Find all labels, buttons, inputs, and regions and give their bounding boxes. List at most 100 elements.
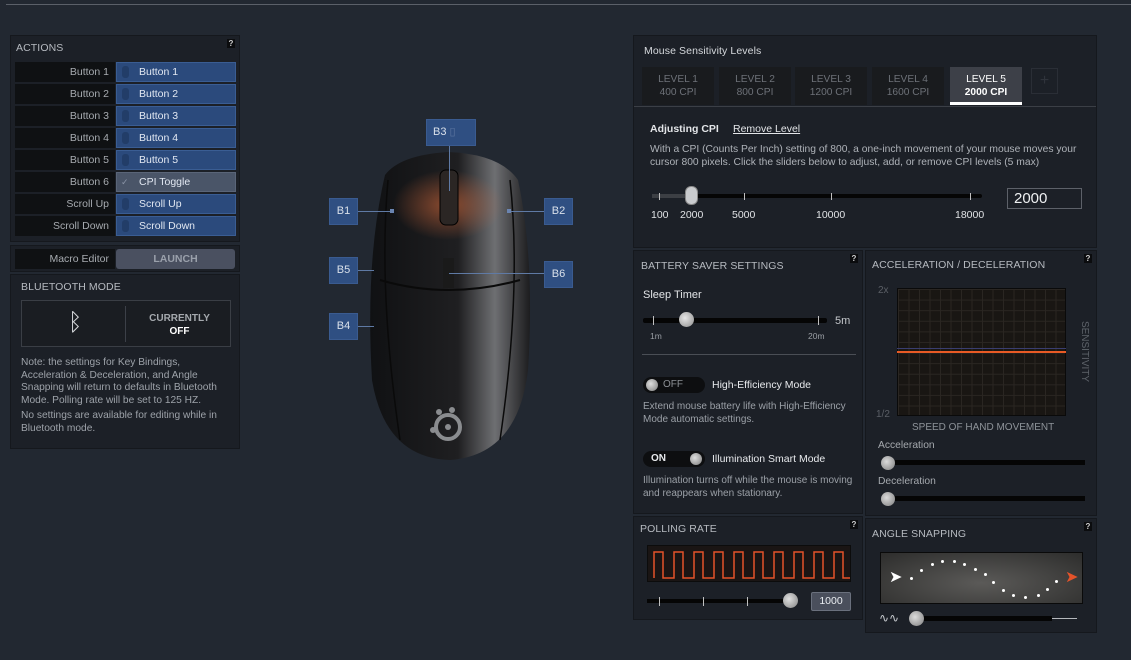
- level-tab-2[interactable]: LEVEL 2 800 CPI: [719, 67, 791, 105]
- toggle-knob: [646, 379, 658, 391]
- cpi-tick: [744, 193, 745, 200]
- help-icon[interactable]: ?: [850, 254, 858, 263]
- binding-button-5[interactable]: Button 5: [116, 150, 236, 170]
- button-label-b2[interactable]: B2: [544, 198, 573, 225]
- action-row: Scroll Up Scroll Up: [15, 194, 236, 214]
- scroll-wheel-icon: ▯: [449, 126, 456, 138]
- help-icon[interactable]: ?: [1084, 254, 1092, 263]
- path-dot: [931, 563, 934, 566]
- mouse-icon: [122, 132, 129, 144]
- polling-rate-handle[interactable]: [783, 593, 798, 608]
- macro-editor-label: Macro Editor: [15, 249, 115, 269]
- action-label: Button 4: [15, 128, 115, 148]
- action-row: Button 2 Button 2: [15, 84, 236, 104]
- binding-label: Button 3: [139, 110, 179, 122]
- help-icon[interactable]: ?: [850, 520, 858, 529]
- cpi-tick: [659, 193, 660, 200]
- polling-rate-slider[interactable]: [647, 599, 792, 603]
- binding-scroll-up[interactable]: Scroll Up: [116, 194, 236, 214]
- bluetooth-panel: BLUETOOTH MODE ᛒ CURRENTLY OFF Note: the…: [10, 274, 240, 449]
- b3-text: B3: [433, 126, 447, 138]
- acceleration-slider[interactable]: [883, 460, 1085, 465]
- polling-rate-value[interactable]: 1000: [811, 592, 851, 611]
- deceleration-slider[interactable]: [883, 496, 1085, 501]
- launch-button[interactable]: LAUNCH: [116, 249, 235, 269]
- angle-snapping-slider[interactable]: [922, 616, 1052, 621]
- polling-waveform: [647, 545, 851, 582]
- action-label: Button 3: [15, 106, 115, 126]
- binding-button-6[interactable]: ✓ CPI Toggle: [116, 172, 236, 192]
- illumination-smart-toggle[interactable]: ON: [643, 451, 705, 467]
- actions-panel: ACTIONS ? Button 1 Button 1 Button 2 But…: [10, 35, 240, 242]
- path-dot: [920, 569, 923, 572]
- sleep-timer-handle[interactable]: [679, 312, 694, 327]
- cpi-tick-label: 2000: [680, 209, 704, 221]
- level-cpi: 400 CPI: [659, 87, 697, 98]
- binding-label: Scroll Up: [139, 198, 182, 210]
- action-row: Button 4 Button 4: [15, 128, 236, 148]
- action-label: Button 1: [15, 62, 115, 82]
- angle-snapping-panel: ANGLE SNAPPING ? ➤ ➤ ∿∿: [865, 518, 1097, 633]
- level-name: LEVEL 5: [966, 74, 1006, 85]
- acceleration-handle[interactable]: [881, 456, 895, 470]
- binding-label: Button 4: [139, 132, 179, 144]
- adjusting-cpi-label: Adjusting CPI: [650, 123, 719, 135]
- level-tab-1[interactable]: LEVEL 1 400 CPI: [642, 67, 714, 105]
- polling-tick: [703, 597, 704, 606]
- button-label-b1[interactable]: B1: [329, 198, 358, 225]
- add-level-button[interactable]: +: [1031, 68, 1058, 94]
- angle-snapping-track-end: [1052, 618, 1077, 619]
- mouse-icon: [122, 66, 129, 78]
- level-tab-4[interactable]: LEVEL 4 1600 CPI: [872, 67, 944, 105]
- button-label-b3[interactable]: B3 ▯: [426, 119, 476, 146]
- angle-snapping-handle[interactable]: [909, 611, 924, 626]
- help-icon[interactable]: ?: [227, 39, 235, 48]
- cpi-slider-handle[interactable]: [685, 186, 698, 205]
- b2-point: [507, 209, 511, 213]
- cpi-value-input[interactable]: 2000: [1007, 188, 1082, 209]
- polling-tick: [747, 597, 748, 606]
- binding-button-1[interactable]: Button 1: [116, 62, 236, 82]
- battery-title: BATTERY SAVER SETTINGS: [641, 260, 784, 272]
- action-row: Button 3 Button 3: [15, 106, 236, 126]
- level-name: LEVEL 2: [735, 74, 775, 85]
- toggle-state: OFF: [663, 379, 683, 390]
- y-axis-top-label: 2x: [878, 285, 889, 296]
- bluetooth-title: BLUETOOTH MODE: [21, 281, 121, 293]
- sleep-timer-slider[interactable]: [643, 318, 827, 323]
- deceleration-handle[interactable]: [881, 492, 895, 506]
- battery-saver-panel: BATTERY SAVER SETTINGS ? Sleep Timer 5m …: [633, 250, 863, 514]
- sleep-timer-label: Sleep Timer: [643, 289, 702, 301]
- button-label-b4[interactable]: B4: [329, 313, 358, 340]
- mouse-illustration: [370, 152, 531, 460]
- acceleration-label: Acceleration: [878, 440, 935, 451]
- bluetooth-toggle[interactable]: ᛒ CURRENTLY OFF: [21, 300, 231, 347]
- binding-button-3[interactable]: Button 3: [116, 106, 236, 126]
- polling-rate-panel: POLLING RATE ? 1000: [633, 516, 863, 620]
- remove-level-link[interactable]: Remove Level: [733, 123, 800, 135]
- mouse-image: [340, 140, 550, 470]
- level-cpi: 800 CPI: [736, 87, 774, 98]
- binding-scroll-down[interactable]: Scroll Down: [116, 216, 236, 236]
- cpi-slider-track[interactable]: [652, 194, 982, 198]
- button-label-b6[interactable]: B6: [544, 261, 573, 288]
- button-label-b5[interactable]: B5: [329, 257, 358, 284]
- level-tab-3[interactable]: LEVEL 3 1200 CPI: [795, 67, 867, 105]
- cpi-tick-label: 10000: [816, 209, 846, 221]
- bluetooth-note-2: No settings are available for editing wh…: [21, 410, 217, 434]
- accel-title: ACCELERATION / DECELERATION: [872, 259, 1046, 271]
- divider: [642, 354, 856, 355]
- deceleration-curve: [897, 348, 1066, 349]
- help-icon[interactable]: ?: [1084, 522, 1092, 531]
- toggle-knob: [690, 453, 702, 465]
- action-label: Button 2: [15, 84, 115, 104]
- mouse-icon: [122, 88, 129, 100]
- polling-tick: [659, 597, 660, 606]
- level-tab-5[interactable]: LEVEL 5 2000 CPI: [950, 67, 1022, 105]
- path-dot: [1012, 594, 1015, 597]
- sleep-min-label: 1m: [650, 331, 662, 341]
- cpi-tick-label: 18000: [955, 209, 985, 221]
- binding-button-4[interactable]: Button 4: [116, 128, 236, 148]
- high-efficiency-toggle[interactable]: OFF: [643, 377, 705, 393]
- binding-button-2[interactable]: Button 2: [116, 84, 236, 104]
